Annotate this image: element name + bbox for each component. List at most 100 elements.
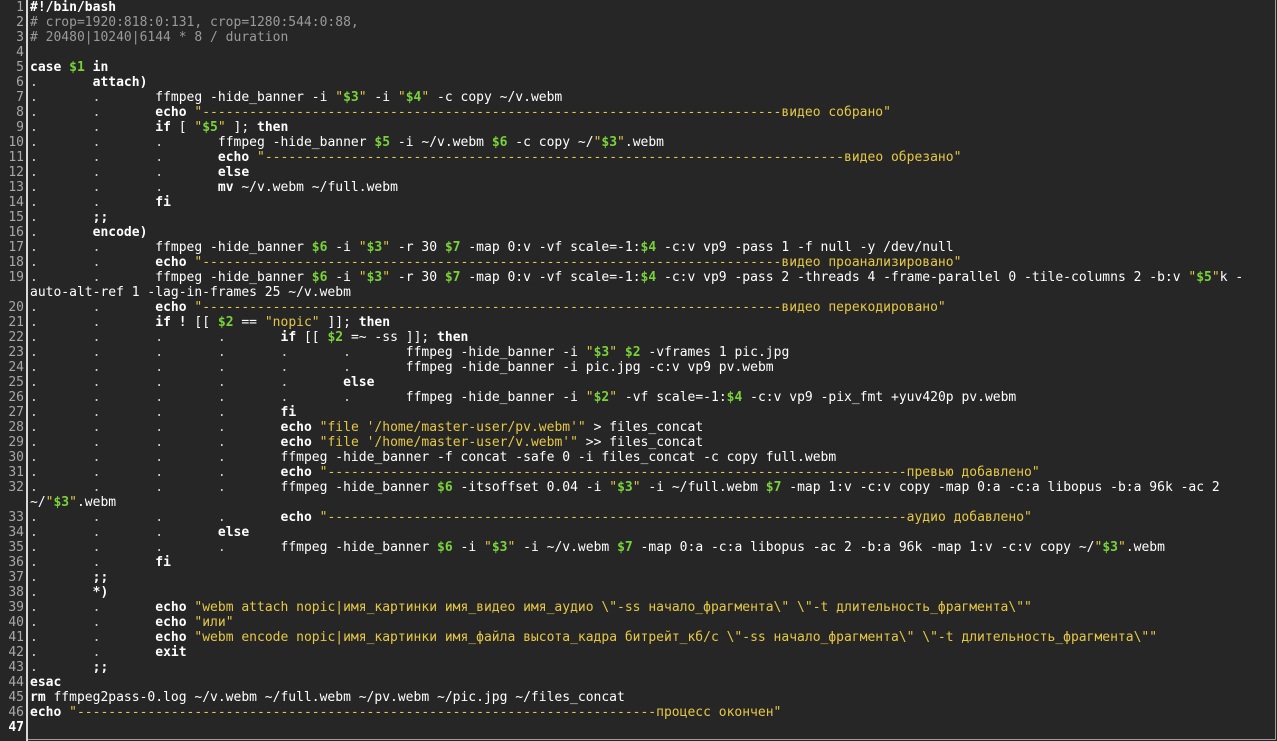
code-token: $3 bbox=[593, 345, 610, 360]
code-line[interactable]: . . echo "webm attach nopic|имя_картинки… bbox=[30, 600, 1032, 615]
code-token: $7 bbox=[617, 540, 633, 555]
code-line[interactable]: . . if [ "$5" ]; then bbox=[30, 120, 288, 135]
code-line[interactable]: . . . . fi bbox=[30, 405, 296, 420]
code-line[interactable]: . ;; bbox=[30, 660, 108, 675]
code-line[interactable]: # crop=1920:818:0:131, crop=1280:544:0:8… bbox=[30, 15, 359, 30]
code-token: # 20480|10240|6144 * 8 / duration bbox=[30, 30, 289, 45]
code-line[interactable]: . . echo "------------------------------… bbox=[30, 255, 961, 270]
code-token: "---------------------------------------… bbox=[249, 150, 962, 165]
code-token: echo bbox=[217, 150, 250, 165]
code-token: . bbox=[30, 390, 38, 405]
code-line[interactable]: . . . ffmpeg -hide_banner $5 -i ~/v.webm… bbox=[30, 135, 664, 150]
code-line[interactable]: . . . . echo "--------------------------… bbox=[30, 465, 1040, 480]
code-line[interactable]: . . fi bbox=[30, 195, 171, 210]
code-line[interactable]: . . . echo "----------------------------… bbox=[30, 150, 961, 165]
code-token: else bbox=[217, 165, 250, 180]
code-line[interactable]: # 20480|10240|6144 * 8 / duration bbox=[30, 30, 288, 45]
code-line[interactable]: esac bbox=[30, 675, 61, 690]
code-token: . bbox=[155, 420, 164, 435]
code-token: " bbox=[609, 390, 618, 405]
code-line[interactable]: . . ffmpeg -hide_banner $6 -i "$3" -r 30… bbox=[30, 270, 1243, 285]
code-token: . bbox=[30, 90, 38, 105]
line-number: 42 bbox=[8, 645, 24, 660]
code-line[interactable]: . . . . . . ffmpeg -hide_banner -i pic.j… bbox=[30, 360, 774, 375]
code-line[interactable]: . . if ! [[ $2 == "nopic" ]]; then bbox=[30, 315, 390, 330]
code-token: -c copy ~/ bbox=[507, 135, 594, 150]
code-token: . bbox=[155, 540, 164, 555]
code-line[interactable]: . . ffmpeg -hide_banner -i "$3" -i "$4" … bbox=[30, 90, 562, 105]
code-line[interactable]: . ;; bbox=[30, 210, 108, 225]
code-token: ]]; bbox=[319, 315, 359, 330]
code-line[interactable]: . . ffmpeg -hide_banner $6 -i "$3" -r 30… bbox=[30, 240, 954, 255]
code-line[interactable]: . . fi bbox=[30, 555, 171, 570]
code-line[interactable]: case $1 in bbox=[30, 60, 108, 75]
code-token: " bbox=[358, 240, 367, 255]
code-line[interactable]: . . echo "------------------------------… bbox=[30, 105, 891, 120]
code-token: $3 bbox=[366, 240, 383, 255]
code-line[interactable]: . . . . echo "file '/home/master-user/pv… bbox=[30, 420, 703, 435]
code-line[interactable]: . . . . echo "--------------------------… bbox=[30, 510, 1032, 525]
code-line[interactable]: . *) bbox=[30, 585, 108, 600]
code-line[interactable]: . ;; bbox=[30, 570, 108, 585]
code-line[interactable]: . . . . . . ffmpeg -hide_banner -i "$3" … bbox=[30, 345, 789, 360]
code-line[interactable]: rm ffmpeg2pass-0.log ~/v.webm ~/full.web… bbox=[30, 690, 625, 705]
code-line[interactable]: . . . . . else bbox=[30, 375, 374, 390]
code-line[interactable]: . . echo "webm encode nopic|имя_картинки… bbox=[30, 630, 1157, 645]
code-line[interactable]: #!/bin/bash bbox=[30, 0, 116, 15]
code-line[interactable]: . . . . ffmpeg -hide_banner $6 -i "$3" -… bbox=[30, 540, 1165, 555]
code-line[interactable]: . . . . echo "file '/home/master-user/v.… bbox=[30, 435, 703, 450]
code-line[interactable]: ~/"$3".webm bbox=[30, 495, 116, 510]
code-token: . bbox=[30, 585, 38, 600]
code-token: . bbox=[30, 165, 38, 180]
code-token: else bbox=[343, 375, 375, 390]
line-number: 44 bbox=[8, 675, 24, 690]
code-token: exit bbox=[155, 645, 187, 660]
code-token: then bbox=[437, 330, 469, 345]
code-line[interactable]: . . . . ffmpeg -hide_banner $6 -itsoffse… bbox=[30, 480, 1220, 495]
code-line[interactable]: . . echo "или" bbox=[30, 615, 234, 630]
code-token: $6 bbox=[311, 240, 328, 255]
code-line[interactable]: . . . else bbox=[30, 165, 249, 180]
code-token: " bbox=[1211, 270, 1220, 285]
code-line[interactable]: . . . mv ~/v.webm ~/full.webm bbox=[30, 180, 398, 195]
code-token: "file '/home/master-user/pv.webm'" bbox=[311, 420, 586, 435]
code-token: -map 1:v -c:v copy -map 0:a -c:a libopus… bbox=[781, 480, 1220, 495]
code-line[interactable]: auto-alt-ref 1 -lag-in-frames 25 ~/v.web… bbox=[30, 285, 351, 300]
code-line[interactable]: . . . . if [[ $2 =~ -ss ]]; then bbox=[30, 330, 468, 345]
code-line[interactable]: . . exit bbox=[30, 645, 187, 660]
code-editor[interactable]: 1 2 3 4 5 6 7 8 9 10 11 12 13 14 15 16 17 18 19 20 21 22 23 24 2… bbox=[0, 0, 1276, 741]
code-token: . bbox=[155, 525, 164, 540]
code-line[interactable]: echo "----------------------------------… bbox=[30, 705, 781, 720]
code-token: if bbox=[155, 120, 171, 135]
code-line[interactable]: . attach) bbox=[30, 75, 147, 90]
code-line[interactable]: . . echo "------------------------------… bbox=[30, 300, 946, 315]
code-line[interactable]: . . . . . . ffmpeg -hide_banner -i "$2" … bbox=[30, 390, 1016, 405]
code-token: "file '/home/master-user/v.webm'" bbox=[311, 435, 578, 450]
line-number: 26 bbox=[8, 390, 24, 405]
code-token: echo bbox=[155, 630, 187, 645]
line-number: 32 bbox=[8, 480, 24, 495]
code-line[interactable]: . . . . ffmpeg -hide_banner -f concat -s… bbox=[30, 450, 836, 465]
code-token: ffmpeg -hide_banner bbox=[100, 240, 312, 255]
code-line[interactable]: . . . else bbox=[30, 525, 249, 540]
code-token: . bbox=[343, 345, 351, 360]
code-token: " bbox=[632, 480, 641, 495]
code-token: >> files_concat bbox=[577, 435, 704, 450]
code-token: . bbox=[30, 465, 38, 480]
code-line[interactable]: . encode) bbox=[30, 225, 147, 240]
code-token: $4 bbox=[726, 390, 743, 405]
